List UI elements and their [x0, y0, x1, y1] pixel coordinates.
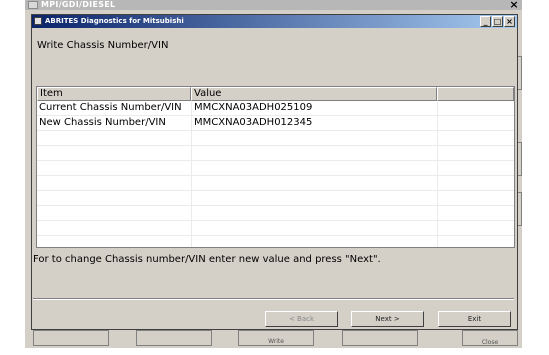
column-header-item[interactable]: Item	[37, 87, 191, 101]
dialog-titlebar: ABRITES Diagnostics for Mitsubishi _ □ ×	[32, 15, 517, 28]
empty-row	[37, 221, 514, 236]
empty-row	[37, 161, 514, 176]
next-button[interactable]: Next >	[351, 311, 424, 327]
table-row[interactable]: Current Chassis Number/VIN MMCXNA03ADH02…	[37, 101, 514, 116]
app-icon	[28, 1, 38, 9]
cell-value[interactable]: MMCXNA03ADH012345	[192, 116, 434, 130]
table-header: Item Value	[37, 87, 514, 101]
column-header-empty[interactable]	[437, 87, 514, 101]
outer-bottom-button[interactable]	[136, 330, 212, 346]
empty-row	[37, 176, 514, 191]
empty-row	[37, 131, 514, 146]
cell-item: New Chassis Number/VIN	[39, 117, 166, 128]
empty-row	[37, 206, 514, 221]
page-title: Write Chassis Number/VIN	[37, 40, 169, 51]
column-header-value[interactable]: Value	[191, 87, 437, 101]
vin-dialog: ABRITES Diagnostics for Mitsubishi _ □ ×…	[31, 14, 518, 330]
minimize-icon[interactable]: _	[480, 16, 491, 27]
cell-item: Current Chassis Number/VIN	[39, 102, 182, 113]
outer-close-icon[interactable]: ×	[509, 0, 519, 10]
empty-row	[37, 191, 514, 206]
cell-value: MMCXNA03ADH025109	[194, 102, 313, 113]
vin-table: Item Value Current Chassis Number/VIN MM…	[36, 86, 515, 248]
close-icon[interactable]: ×	[504, 16, 515, 27]
outer-window-title: MPI/GDI/DIESEL	[41, 0, 116, 9]
outer-window-titlebar: MPI/GDI/DIESEL ×	[25, 0, 522, 10]
table-row[interactable]: New Chassis Number/VIN MMCXNA03ADH012345	[37, 116, 514, 131]
instruction-text: For to change Chassis number/VIN enter n…	[33, 254, 381, 265]
outer-bottom-button[interactable]	[33, 330, 109, 346]
dialog-title: ABRITES Diagnostics for Mitsubishi	[45, 17, 184, 25]
outer-bottom-button[interactable]	[342, 330, 418, 346]
outer-close-button[interactable]: Close	[462, 330, 518, 346]
empty-row	[37, 146, 514, 161]
exit-button[interactable]: Exit	[438, 311, 511, 327]
app-icon	[34, 17, 42, 25]
back-button[interactable]: < Back	[265, 311, 338, 327]
separator	[33, 298, 514, 300]
maximize-icon[interactable]: □	[492, 16, 503, 27]
outer-write-button[interactable]: Write	[238, 330, 314, 346]
